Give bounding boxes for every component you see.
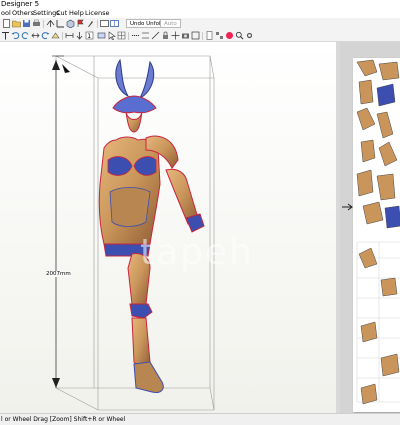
svg-text:1: 1 <box>87 33 91 40</box>
menu-help[interactable]: Help <box>69 9 84 18</box>
part-piece <box>376 83 396 107</box>
frame-icon[interactable] <box>191 31 200 40</box>
window-title: Designer 5 <box>1 0 40 8</box>
scale-icon[interactable] <box>56 19 65 28</box>
model-canvas <box>0 42 336 413</box>
paper-sheet <box>353 58 400 412</box>
part-piece <box>376 111 394 139</box>
toolbar-separator <box>62 32 63 40</box>
status-text: l or Wheel Drag [Zoom] Shift+R or Wheel <box>1 416 126 423</box>
brush-icon[interactable] <box>86 19 95 28</box>
select-icon[interactable] <box>107 31 116 40</box>
menu-license[interactable]: License <box>85 9 110 18</box>
settings-icon[interactable] <box>245 31 254 40</box>
dimension-icon[interactable] <box>65 31 74 40</box>
move-icon[interactable] <box>171 31 180 40</box>
camera-icon[interactable] <box>181 31 190 40</box>
part-piece <box>362 201 384 225</box>
lock-icon[interactable] <box>161 31 170 40</box>
part-piece <box>356 107 376 131</box>
number-icon[interactable]: 1 <box>85 31 94 40</box>
edit-toolbar: 1 <box>0 30 400 42</box>
fold-line-icon[interactable] <box>141 31 150 40</box>
cube-icon[interactable] <box>66 19 75 28</box>
part-piece <box>360 321 378 343</box>
part-piece <box>358 79 374 105</box>
part-piece <box>378 141 398 167</box>
part-piece <box>356 169 374 197</box>
part-piece <box>380 353 400 377</box>
part-piece <box>376 173 396 201</box>
watermark-text: tapeh <box>140 232 254 273</box>
height-label: 2007mm <box>46 271 71 277</box>
status-bar: l or Wheel Drag [Zoom] Shift+R or Wheel <box>0 413 400 425</box>
title-bar: Designer 5 <box>0 0 400 9</box>
move-part-icon[interactable] <box>97 31 106 40</box>
save-icon[interactable] <box>22 19 31 28</box>
zoom-icon[interactable] <box>235 31 244 40</box>
redo-icon[interactable] <box>41 31 50 40</box>
text-icon[interactable] <box>1 31 10 40</box>
undo-icon[interactable] <box>11 31 20 40</box>
menu-cut[interactable]: Cut <box>56 9 67 18</box>
part-piece <box>378 61 400 81</box>
view-2d-icon[interactable] <box>110 19 119 28</box>
page-setup-icon[interactable] <box>205 31 214 40</box>
part-piece <box>360 139 376 163</box>
unfolded-parts <box>356 59 400 405</box>
view-3d-icon[interactable] <box>100 19 109 28</box>
grid-icon[interactable] <box>117 31 126 40</box>
menu-others[interactable]: Others <box>12 9 34 18</box>
layout-icon[interactable] <box>215 31 224 40</box>
open-folder-icon[interactable] <box>12 19 21 28</box>
part-piece <box>358 247 378 269</box>
join-icon[interactable] <box>31 31 40 40</box>
menu-bar: ool Others Settings Cut Help License <box>0 9 400 18</box>
part-piece <box>356 59 378 77</box>
flap-icon[interactable] <box>51 31 60 40</box>
part-piece <box>384 205 400 229</box>
mirror-icon[interactable] <box>46 19 55 28</box>
toolbar-separator <box>43 20 44 28</box>
part-piece <box>360 383 378 405</box>
new-file-icon[interactable] <box>2 19 11 28</box>
arrow-down-icon[interactable] <box>75 31 84 40</box>
pan-cursor-icon <box>342 203 353 211</box>
toolbar-separator <box>202 32 203 40</box>
part-outlines <box>356 241 400 403</box>
print-icon[interactable] <box>32 19 41 28</box>
view-3d-pane[interactable]: 2007mm tapeh <box>0 42 336 413</box>
menu-tool[interactable]: ool <box>1 9 11 18</box>
part-piece <box>380 277 398 297</box>
toolbar-separator <box>97 20 98 28</box>
rotate-icon[interactable] <box>21 31 30 40</box>
cut-line-icon[interactable] <box>131 31 140 40</box>
auto-button[interactable]: Auto <box>160 19 181 28</box>
flag-icon[interactable] <box>76 19 85 28</box>
toolbar-separator <box>128 32 129 40</box>
view-2d-pane[interactable] <box>340 42 400 413</box>
edge-icon[interactable] <box>151 31 160 40</box>
color-icon[interactable] <box>225 31 234 40</box>
